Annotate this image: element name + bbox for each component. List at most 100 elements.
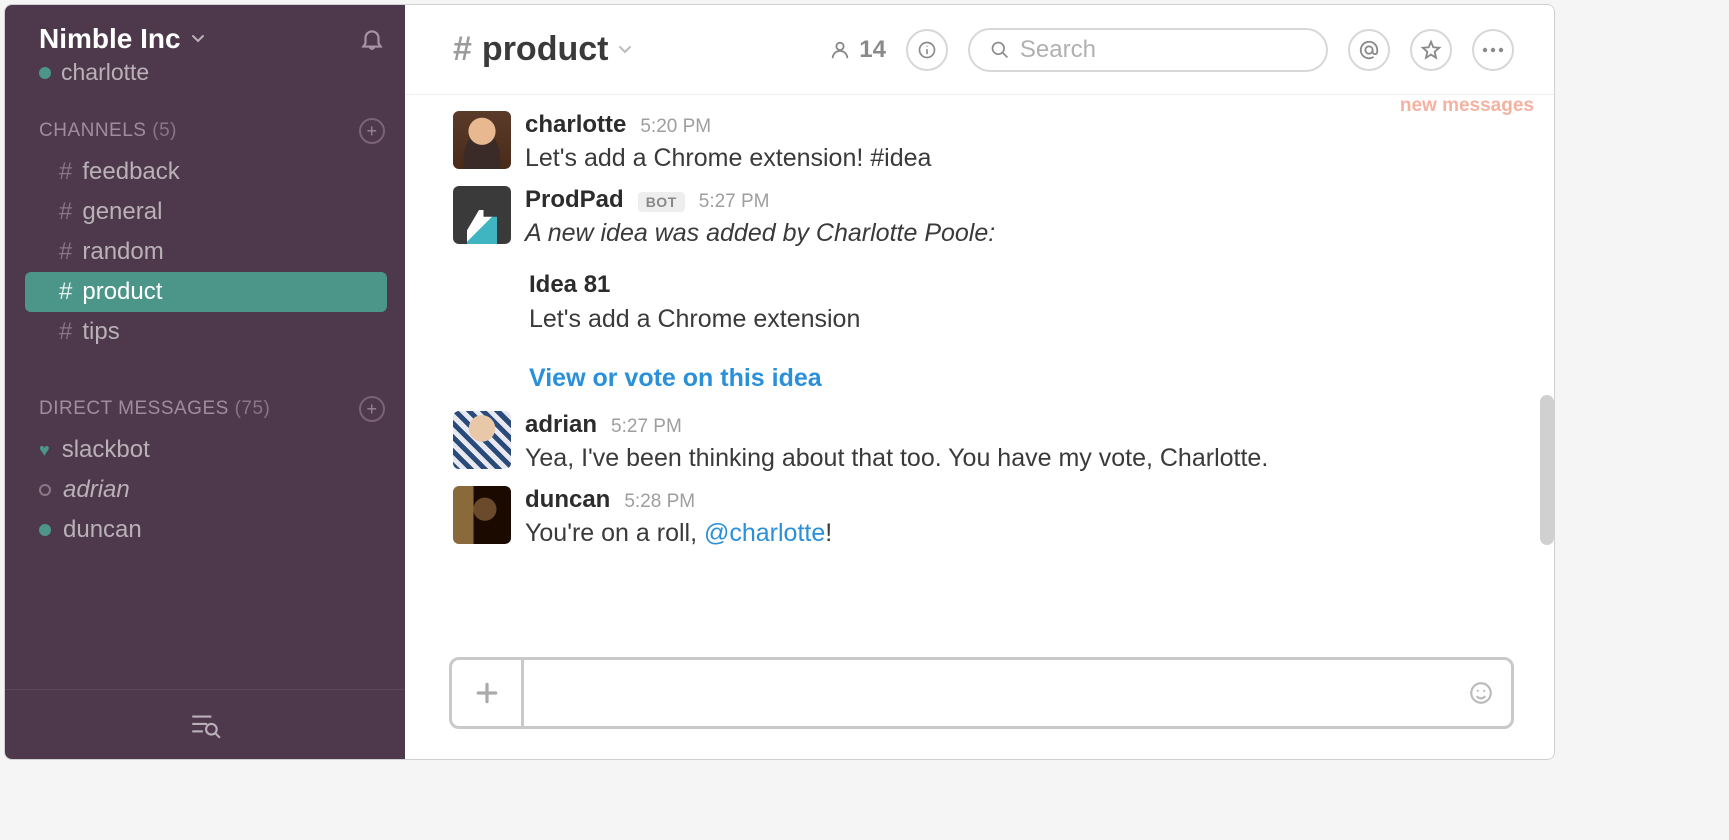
channels-header-label: CHANNELS: [39, 120, 146, 141]
channel-label: tips: [82, 318, 119, 346]
message-input[interactable]: [524, 660, 1451, 726]
message-author[interactable]: charlotte: [525, 111, 626, 139]
search-input[interactable]: [1020, 36, 1306, 64]
dm-duncan[interactable]: duncan: [5, 510, 405, 550]
mentions-button[interactable]: [1348, 29, 1390, 71]
more-button[interactable]: [1472, 29, 1514, 71]
text-segment: !: [825, 519, 832, 547]
heart-icon: ♥: [39, 440, 50, 461]
message-composer: [449, 657, 1514, 729]
member-count-value: 14: [859, 36, 886, 64]
avatar[interactable]: [453, 411, 511, 469]
dm-label: duncan: [63, 516, 142, 544]
channel-label: feedback: [82, 158, 179, 186]
avatar[interactable]: [453, 486, 511, 544]
message-text: Yea, I've been thinking about that too. …: [525, 441, 1506, 476]
avatar[interactable]: [453, 111, 511, 169]
hash-icon: #: [59, 198, 72, 226]
message-author[interactable]: adrian: [525, 411, 597, 439]
dm-label: slackbot: [62, 436, 150, 464]
dm-slackbot[interactable]: ♥ slackbot: [5, 430, 405, 470]
filter-search-icon: [188, 708, 222, 742]
bell-icon: [359, 26, 385, 52]
sidebar-footer: [5, 689, 405, 759]
message-author[interactable]: ProdPad: [525, 186, 624, 214]
message-time: 5:28 PM: [624, 491, 695, 513]
star-icon: [1420, 39, 1442, 61]
message: adrian 5:27 PM Yea, I've been thinking a…: [453, 411, 1506, 476]
attachment-link[interactable]: View or vote on this idea: [529, 364, 1506, 393]
presence-online-icon: [39, 524, 51, 536]
more-icon: [1482, 47, 1504, 53]
dm-adrian[interactable]: adrian: [5, 470, 405, 510]
message: duncan 5:28 PM You're on a roll, @charlo…: [453, 486, 1506, 551]
avatar[interactable]: [453, 186, 511, 244]
message-text: You're on a roll, @charlotte!: [525, 516, 1506, 551]
dms-header: DIRECT MESSAGES (75) +: [5, 382, 405, 430]
notifications-button[interactable]: [359, 26, 385, 52]
presence-away-icon: [39, 484, 51, 496]
hash-icon: #: [59, 238, 72, 266]
smile-icon: [1468, 680, 1494, 706]
channel-header: # product 14: [405, 5, 1554, 95]
message-text: Let's add a Chrome extension! #idea: [525, 141, 1506, 176]
dm-label: adrian: [63, 476, 130, 504]
sidebar: Nimble Inc charlotte CHANNELS (5) + # fee…: [5, 5, 405, 759]
member-count[interactable]: 14: [829, 36, 886, 64]
text-segment: You're on a roll,: [525, 519, 704, 547]
app-window: Nimble Inc charlotte CHANNELS (5) + # fee…: [4, 4, 1555, 760]
add-dm-button[interactable]: +: [359, 396, 385, 422]
plus-icon: [474, 680, 500, 706]
sidebar-channel-feedback[interactable]: # feedback: [25, 152, 387, 192]
presence-online-icon: [39, 67, 51, 79]
hash-icon: #: [59, 158, 72, 186]
sidebar-channel-product[interactable]: # product: [25, 272, 387, 312]
channel-title[interactable]: # product: [453, 30, 632, 69]
channel-label: general: [82, 198, 162, 226]
attachment-desc: Let's add a Chrome extension: [529, 305, 1506, 334]
message-author[interactable]: duncan: [525, 486, 610, 514]
team-header: Nimble Inc: [5, 5, 405, 59]
channels-header: CHANNELS (5) +: [5, 104, 405, 152]
channel-info-button[interactable]: [906, 29, 948, 71]
message-time: 5:20 PM: [640, 116, 711, 138]
message-list[interactable]: new messages charlotte 5:20 PM Let's add…: [405, 95, 1554, 657]
current-user-row[interactable]: charlotte: [5, 59, 405, 104]
channel-label: product: [82, 278, 162, 306]
search-icon: [990, 39, 1010, 61]
sidebar-channel-tips[interactable]: # tips: [25, 312, 387, 352]
channel-label: random: [82, 238, 163, 266]
chevron-down-icon: [191, 34, 205, 44]
message-attachment: Idea 81 Let's add a Chrome extension: [529, 271, 1506, 334]
current-user-label: charlotte: [61, 59, 149, 86]
mention[interactable]: @charlotte: [704, 519, 825, 547]
hash-icon: #: [59, 278, 72, 306]
hash-icon: #: [59, 318, 72, 346]
channel-list: # feedback # general # random # product # tip…: [5, 152, 405, 352]
channels-count: (5): [152, 120, 177, 141]
message: ProdPad BOT 5:27 PM A new idea was added…: [453, 186, 1506, 251]
add-channel-button[interactable]: +: [359, 118, 385, 144]
team-menu[interactable]: Nimble Inc: [39, 23, 205, 55]
star-button[interactable]: [1410, 29, 1452, 71]
scrollbar-thumb[interactable]: [1540, 395, 1554, 545]
main-pane: # product 14: [405, 5, 1554, 759]
sidebar-channel-random[interactable]: # random: [25, 232, 387, 272]
channel-title-label: product: [482, 30, 609, 69]
message-time: 5:27 PM: [611, 416, 682, 438]
attachment-title: Idea 81: [529, 271, 1506, 299]
dms-header-label: DIRECT MESSAGES: [39, 398, 229, 419]
dms-count: (75): [235, 398, 271, 419]
info-icon: [917, 40, 937, 60]
new-messages-marker: new messages: [1400, 95, 1534, 117]
message-text: A new idea was added by Charlotte Poole:: [525, 216, 1506, 251]
sidebar-channel-general[interactable]: # general: [25, 192, 387, 232]
message: charlotte 5:20 PM Let's add a Chrome ext…: [453, 111, 1506, 176]
emoji-button[interactable]: [1451, 660, 1511, 726]
bot-badge: BOT: [638, 192, 685, 212]
chevron-down-icon: [618, 45, 632, 55]
hash-icon: #: [453, 30, 472, 69]
channel-filter-button[interactable]: [188, 708, 222, 742]
attach-button[interactable]: [452, 660, 524, 726]
search-box[interactable]: [968, 28, 1328, 72]
